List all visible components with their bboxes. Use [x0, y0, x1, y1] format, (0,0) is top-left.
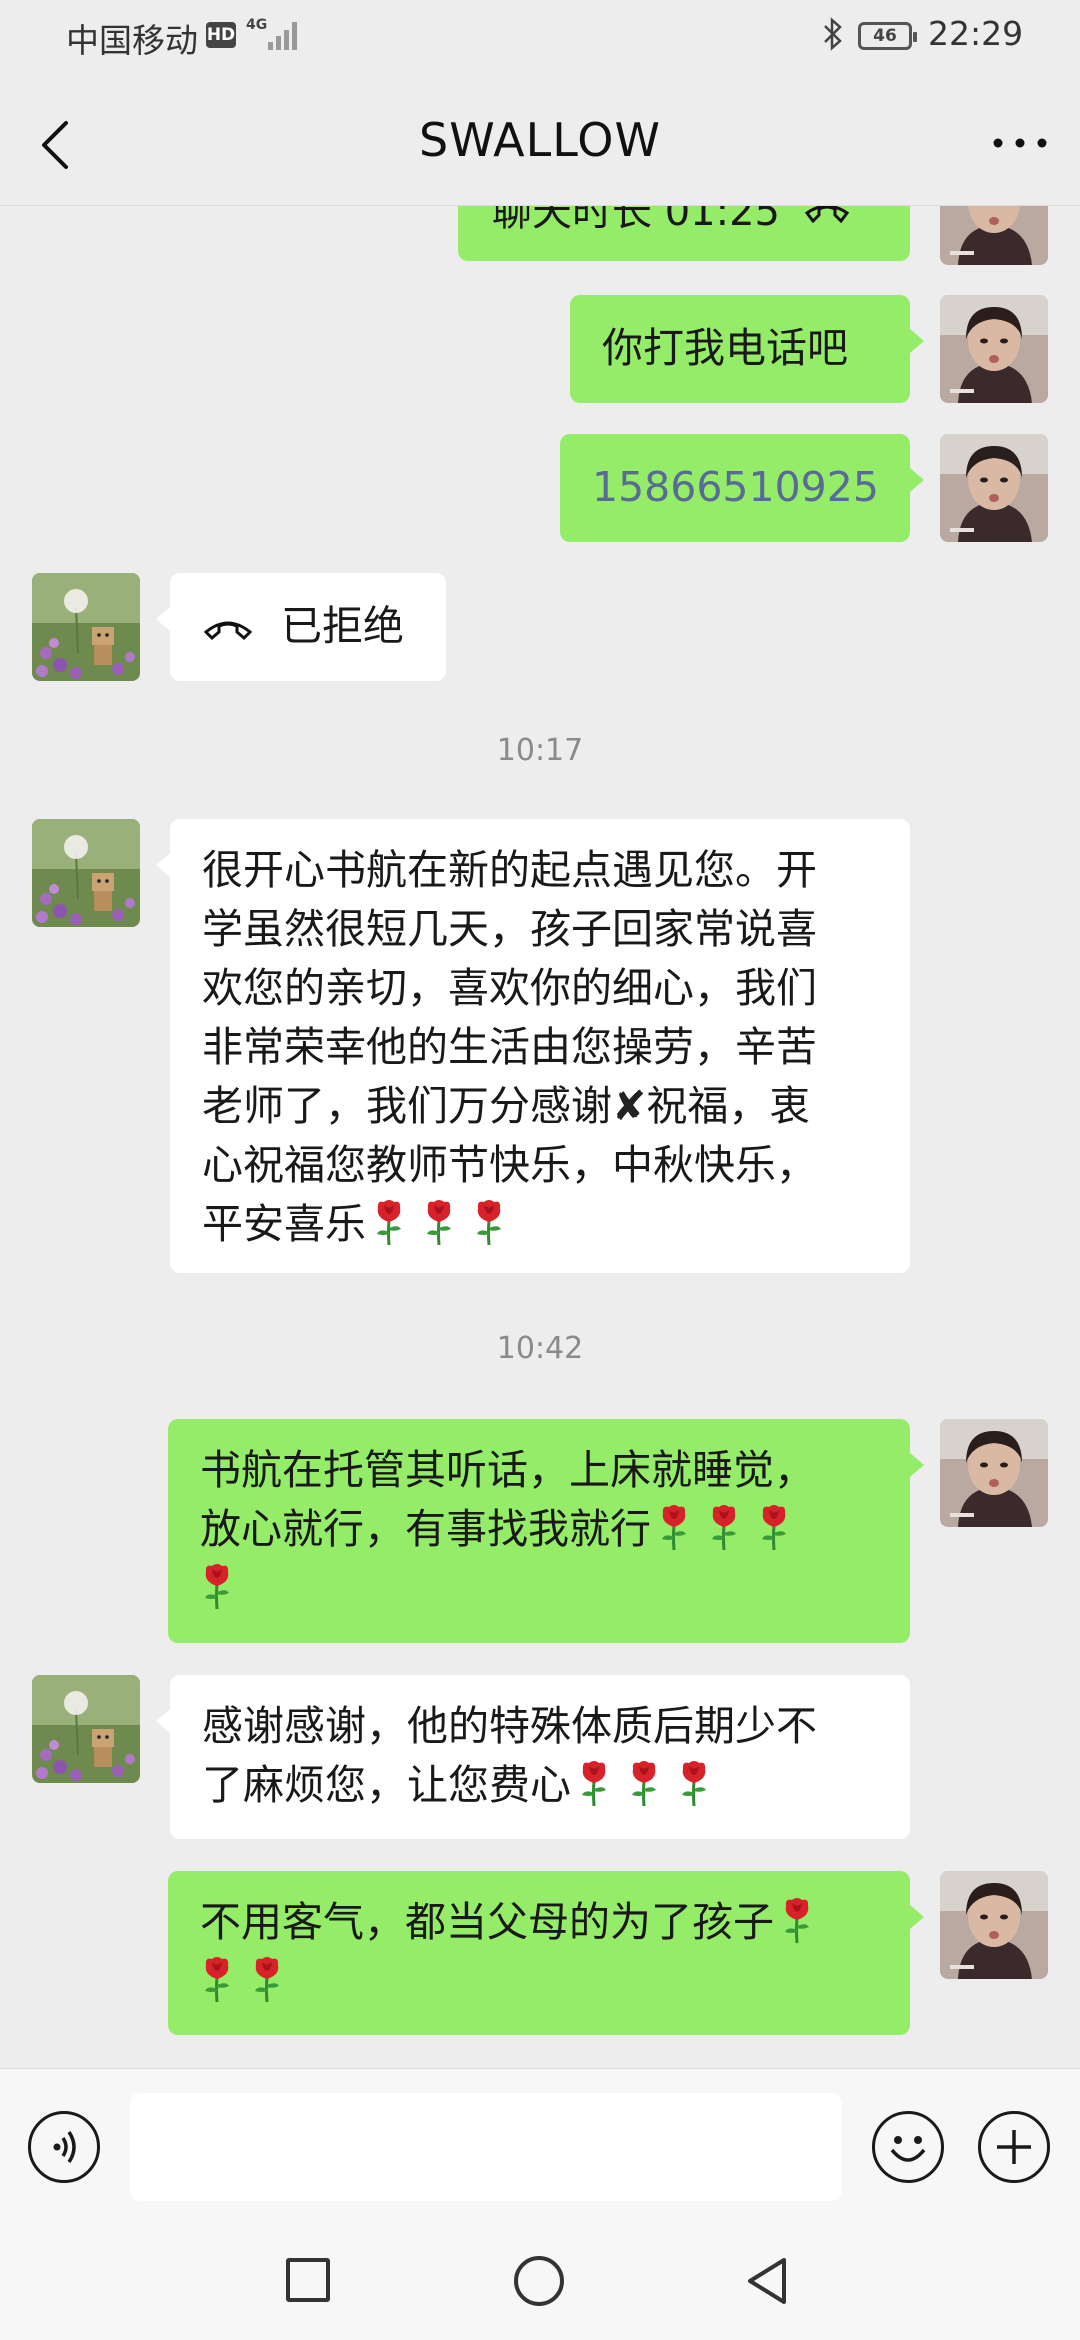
message-text: 老师了，我们万分感谢✘祝福，衷 — [202, 1077, 890, 1136]
rose-emoji — [757, 1503, 791, 1551]
avatar-self[interactable] — [940, 1871, 1048, 1979]
rose-emoji — [200, 1955, 234, 2003]
timestamp: 10:17 — [496, 733, 584, 768]
declined-text: 已拒绝 — [281, 602, 405, 650]
call-duration-text: 聊天时长 01:25 — [492, 205, 780, 235]
rose-emoji — [627, 1759, 661, 1807]
message-text: 平安喜乐 — [202, 1195, 890, 1254]
plus-circle-icon — [997, 2130, 1031, 2164]
plus-button[interactable] — [978, 2111, 1050, 2183]
message-text — [200, 1952, 890, 2011]
nav-back-icon[interactable] — [742, 2254, 792, 2308]
avatar-self[interactable] — [940, 205, 1048, 265]
message-text-segment: 祝福，衷 — [646, 1082, 811, 1130]
avatar-self[interactable] — [940, 434, 1048, 542]
phone-icon — [804, 205, 849, 224]
message-text: 非常荣幸他的生活由您操劳，辛苦 — [202, 1023, 817, 1071]
message-text-segment: 了麻烦您，让您费心 — [202, 1761, 571, 1809]
message-text-segment: 放心就行，有事找我就行 — [200, 1505, 651, 1553]
message-text: 欢您的亲切，喜欢你的细心，我们 — [202, 964, 817, 1012]
bluetooth-icon — [824, 17, 842, 51]
clock: 22:29 — [928, 14, 1024, 53]
home-button[interactable] — [514, 2256, 564, 2306]
message-text-segment: 不用客气，都当父母的为了孩子 — [200, 1898, 774, 1946]
recents-button[interactable] — [286, 2258, 330, 2302]
message-bubble[interactable]: 不用客气，都当父母的为了孩子 — [168, 1871, 924, 2035]
message-text: 不用客气，都当父母的为了孩子 — [200, 1893, 890, 1952]
message-text-segment: 平安喜乐 — [202, 1200, 366, 1248]
emoji-button[interactable] — [872, 2111, 944, 2183]
rose-emoji — [372, 1198, 406, 1246]
more-dots-icon[interactable] — [990, 123, 1050, 163]
rose-emoji — [200, 1562, 234, 1610]
message-bubble-call-duration[interactable]: 聊天时长 01:25 — [458, 205, 910, 261]
message-text: 学虽然很短几天，孩子回家常说喜 — [202, 905, 817, 953]
hd-badge: HD — [206, 22, 236, 48]
rose-emoji — [422, 1198, 456, 1246]
chat-title: SWALLOW — [419, 113, 661, 167]
avatar-contact[interactable] — [32, 819, 140, 927]
chat-header: SWALLOW — [0, 75, 1080, 206]
avatar-contact[interactable] — [32, 573, 140, 681]
network-type-label: 4G — [246, 17, 268, 33]
cross-mark-emoji: ✘ — [612, 1082, 647, 1130]
message-text-segment: 老师了，我们万分感谢 — [202, 1082, 612, 1130]
message-text: 放心就行，有事找我就行 — [200, 1500, 890, 1559]
message-text: 书航在托管其听话，上床就睡觉， — [200, 1446, 815, 1494]
message-bubble[interactable]: 感谢感谢，他的特殊体质后期少不 了麻烦您，让您费心 — [156, 1675, 910, 1839]
message-bubble[interactable]: 15866510925 — [560, 434, 924, 542]
message-bubble[interactable]: 很开心书航在新的起点遇见您。开 学虽然很短几天，孩子回家常说喜 欢您的亲切，喜欢… — [156, 819, 910, 1273]
message-bubble[interactable]: 书航在托管其听话，上床就睡觉， 放心就行，有事找我就行 — [168, 1419, 924, 1643]
battery-icon: 46 — [858, 22, 917, 50]
chat-area[interactable]: 聊天时长 01:25 你打我电话吧 15866510925 已拒绝 10:17 — [0, 205, 1080, 2068]
timestamp: 10:42 — [496, 1331, 584, 1366]
rose-emoji — [577, 1759, 611, 1807]
phone-number-link[interactable]: 15866510925 — [592, 463, 879, 511]
message-text: 感谢感谢，他的特殊体质后期少不 — [202, 1702, 817, 1750]
avatar-self[interactable] — [940, 1419, 1048, 1527]
avatar-contact[interactable] — [32, 1675, 140, 1783]
smiley-icon — [890, 2136, 926, 2162]
rose-emoji — [780, 1896, 814, 1944]
rose-emoji — [250, 1955, 284, 2003]
rose-emoji — [472, 1198, 506, 1246]
rose-emoji — [707, 1503, 741, 1551]
message-text: 很开心书航在新的起点遇见您。开 — [202, 846, 817, 894]
phone-hangup-icon — [203, 621, 253, 641]
avatar-self[interactable] — [940, 295, 1048, 403]
input-bar — [0, 2068, 1080, 2229]
message-bubble[interactable]: 你打我电话吧 — [570, 295, 924, 403]
message-text: 心祝福您教师节快乐，中秋快乐， — [202, 1141, 817, 1189]
rose-emoji — [657, 1503, 691, 1551]
carrier-label: 中国移动 — [66, 21, 198, 60]
message-input[interactable] — [130, 2093, 842, 2201]
status-bar: 中国移动 HD 4G 46 22:29 — [0, 0, 1080, 75]
message-bubble-declined-call[interactable]: 已拒绝 — [156, 573, 446, 681]
voice-icon — [53, 2131, 76, 2163]
signal-icon — [268, 20, 300, 50]
system-nav-bar — [0, 2228, 1080, 2340]
message-text: 了麻烦您，让您费心 — [202, 1756, 890, 1815]
voice-button[interactable] — [28, 2111, 100, 2183]
rose-emoji — [677, 1759, 711, 1807]
message-text: 你打我电话吧 — [602, 324, 848, 372]
message-text — [200, 1559, 890, 1618]
